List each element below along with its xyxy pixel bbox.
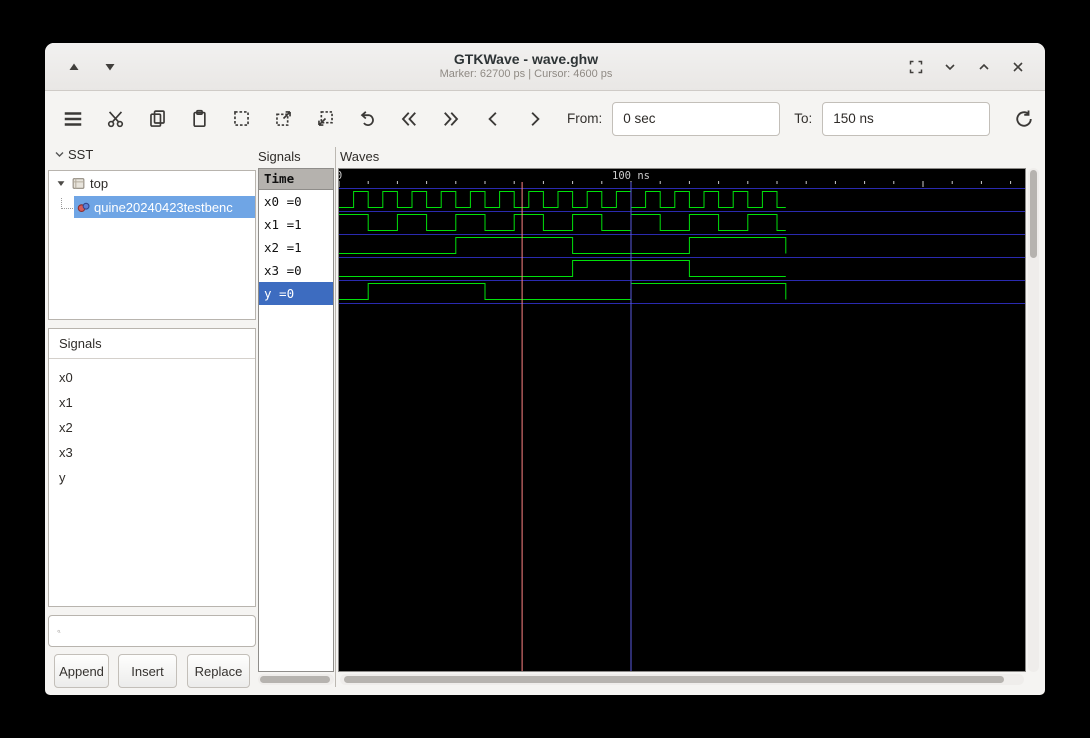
insert-button[interactable]: Insert xyxy=(118,654,177,688)
wave-horizontal-scrollbar[interactable] xyxy=(340,674,1024,685)
signal-search-box xyxy=(48,615,256,647)
up-arrow-button[interactable] xyxy=(61,54,87,80)
name-row-x0[interactable]: x0 =0 xyxy=(259,190,333,213)
wave-canvas[interactable]: 0 100 ns xyxy=(338,168,1026,672)
gtkwave-window: GTKWave - wave.ghw Marker: 62700 ps | Cu… xyxy=(45,43,1045,695)
chevron-left-icon xyxy=(483,109,503,129)
expander-down-icon[interactable] xyxy=(55,177,67,189)
append-button[interactable]: Append xyxy=(54,654,109,688)
svg-text:100 ns: 100 ns xyxy=(612,170,650,182)
names-panel: Time x0 =0 x1 =1 x2 =1 x3 =0 y =0 xyxy=(258,168,334,672)
fetch-right-button[interactable] xyxy=(433,101,469,137)
module-icon xyxy=(71,176,86,191)
chevron-up-button[interactable] xyxy=(971,54,997,80)
tree-node-label: quine20240423testbenc xyxy=(94,200,233,215)
undo-icon xyxy=(358,109,377,128)
name-row-x3[interactable]: x3 =0 xyxy=(259,259,333,282)
reload-button[interactable] xyxy=(1006,101,1042,137)
double-chevron-right-icon xyxy=(441,109,461,129)
tree-selection[interactable]: quine20240423testbenc xyxy=(74,196,255,218)
zoom-out-button[interactable] xyxy=(307,101,343,137)
fetch-left-button[interactable] xyxy=(391,101,427,137)
reload-icon xyxy=(1014,109,1034,129)
signals-list-header: Signals xyxy=(49,329,255,359)
up-arrow-icon xyxy=(66,59,82,75)
zoom-fit-icon xyxy=(232,109,251,128)
from-label: From: xyxy=(567,111,602,126)
signal-item-x1[interactable]: x1 xyxy=(49,390,255,415)
zoom-out-icon xyxy=(316,109,335,128)
chevron-down-icon xyxy=(942,59,958,75)
down-arrow-icon xyxy=(102,59,118,75)
titlebar[interactable]: GTKWave - wave.ghw Marker: 62700 ps | Cu… xyxy=(45,43,1045,91)
time-header[interactable]: Time xyxy=(259,169,333,190)
search-icon xyxy=(57,624,61,639)
restore-icon xyxy=(908,59,924,75)
signal-item-x2[interactable]: x2 xyxy=(49,415,255,440)
zoom-in-icon xyxy=(274,109,293,128)
tree-node-label: top xyxy=(90,176,108,191)
signal-item-y[interactable]: y xyxy=(49,465,255,490)
signal-item-x3[interactable]: x3 xyxy=(49,440,255,465)
tree-node-top[interactable]: top xyxy=(49,171,255,195)
shift-right-button[interactable] xyxy=(517,101,553,137)
close-icon xyxy=(1010,59,1026,75)
svg-text:0: 0 xyxy=(339,170,342,182)
cut-icon xyxy=(106,109,125,128)
signal-item-x0[interactable]: x0 xyxy=(49,365,255,390)
paste-icon xyxy=(190,109,209,128)
search-input[interactable] xyxy=(67,623,247,640)
paste-button[interactable] xyxy=(181,101,217,137)
menu-icon xyxy=(62,108,84,130)
menu-button[interactable] xyxy=(55,101,91,137)
double-chevron-left-icon xyxy=(399,109,419,129)
cut-button[interactable] xyxy=(97,101,133,137)
tree-connector xyxy=(61,198,73,209)
sst-tree: top quine20240423testbenc xyxy=(48,170,256,320)
names-panel-label: Signals xyxy=(258,149,301,164)
names-horizontal-scrollbar[interactable] xyxy=(258,674,334,685)
restore-button[interactable] xyxy=(903,54,929,80)
down-arrow-button[interactable] xyxy=(97,54,123,80)
sst-collapse-icon xyxy=(53,148,66,161)
wave-vscroll-thumb[interactable] xyxy=(1030,170,1037,258)
shift-left-button[interactable] xyxy=(475,101,511,137)
window-title: GTKWave - wave.ghw xyxy=(211,51,841,69)
chevron-down-button[interactable] xyxy=(937,54,963,80)
waves-panel-label: Waves xyxy=(340,149,379,164)
from-input[interactable] xyxy=(612,102,780,136)
marker-cursor-status: Marker: 62700 ps | Cursor: 4600 ps xyxy=(211,68,841,82)
tree-node-testbench[interactable]: quine20240423testbenc xyxy=(49,195,255,219)
toolbar: From: To: xyxy=(45,91,1045,146)
undo-button[interactable] xyxy=(349,101,385,137)
copy-button[interactable] xyxy=(139,101,175,137)
name-row-y[interactable]: y =0 xyxy=(259,282,333,305)
waveform-plot: 0 100 ns xyxy=(339,169,1025,671)
name-row-x1[interactable]: x1 =1 xyxy=(259,213,333,236)
replace-button[interactable]: Replace xyxy=(187,654,250,688)
sst-section-header[interactable]: SST xyxy=(53,147,93,162)
name-row-x2[interactable]: x2 =1 xyxy=(259,236,333,259)
zoom-in-button[interactable] xyxy=(265,101,301,137)
chevron-right-icon xyxy=(525,109,545,129)
to-label: To: xyxy=(794,111,812,126)
zoom-fit-button[interactable] xyxy=(223,101,259,137)
copy-icon xyxy=(148,109,167,128)
names-scroll-thumb[interactable] xyxy=(260,676,330,683)
wave-vertical-scrollbar[interactable] xyxy=(1028,168,1039,672)
close-button[interactable] xyxy=(1005,54,1031,80)
wave-hscroll-thumb[interactable] xyxy=(344,676,1004,683)
chevron-up-icon xyxy=(976,59,992,75)
to-input[interactable] xyxy=(822,102,990,136)
instance-icon xyxy=(76,200,91,215)
sst-label: SST xyxy=(68,147,93,162)
signals-list-panel: Signals x0 x1 x2 x3 y xyxy=(48,328,256,607)
